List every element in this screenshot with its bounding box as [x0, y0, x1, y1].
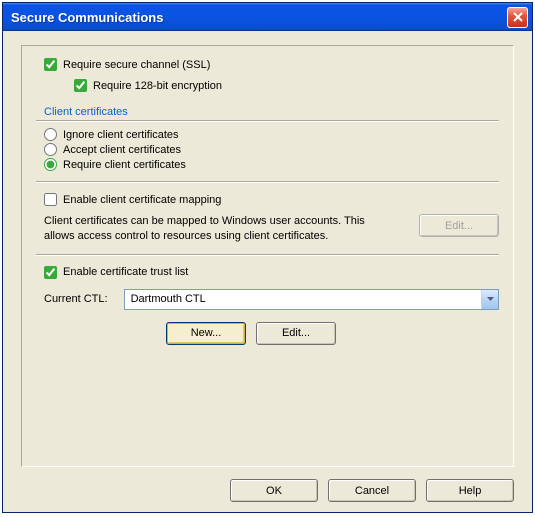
section-divider	[36, 181, 499, 183]
client-certs-group-label: Client certificates	[44, 106, 499, 118]
require-128bit-checkbox[interactable]	[74, 79, 87, 92]
chevron-down-icon	[487, 297, 494, 301]
ctl-edit-button[interactable]: Edit...	[256, 322, 336, 345]
require-certs-label[interactable]: Require client certificates	[63, 159, 186, 171]
section-divider-2	[36, 254, 499, 256]
dialog-content: Require secure channel (SSL) Require 128…	[3, 31, 532, 512]
current-ctl-label: Current CTL:	[44, 293, 108, 305]
require-ssl-label[interactable]: Require secure channel (SSL)	[63, 59, 210, 71]
accept-certs-label[interactable]: Accept client certificates	[63, 144, 181, 156]
current-ctl-value: Dartmouth CTL	[125, 290, 481, 309]
close-button[interactable]	[507, 7, 528, 28]
mapping-edit-button: Edit...	[419, 214, 499, 237]
ok-button[interactable]: OK	[230, 479, 318, 502]
accept-certs-radio[interactable]	[44, 143, 57, 156]
main-panel: Require secure channel (SSL) Require 128…	[21, 45, 514, 467]
ignore-certs-radio[interactable]	[44, 128, 57, 141]
enable-ctl-label[interactable]: Enable certificate trust list	[63, 266, 188, 278]
require-certs-radio[interactable]	[44, 158, 57, 171]
window-title: Secure Communications	[11, 10, 507, 25]
dialog-button-row: OK Cancel Help	[21, 479, 514, 502]
enable-mapping-label[interactable]: Enable client certificate mapping	[63, 194, 221, 206]
require-ssl-row: Require secure channel (SSL)	[44, 58, 499, 71]
current-ctl-row: Current CTL: Dartmouth CTL	[44, 289, 499, 310]
group-divider	[36, 120, 499, 122]
require-128bit-label[interactable]: Require 128-bit encryption	[93, 80, 222, 92]
enable-ctl-checkbox[interactable]	[44, 266, 57, 279]
ctl-new-button[interactable]: New...	[166, 322, 246, 345]
require-ssl-checkbox[interactable]	[44, 58, 57, 71]
dialog-window: Secure Communications Require secure cha…	[2, 2, 533, 513]
help-button[interactable]: Help	[426, 479, 514, 502]
accept-certs-row: Accept client certificates	[44, 143, 499, 156]
ignore-certs-label[interactable]: Ignore client certificates	[63, 129, 179, 141]
dropdown-arrow-button[interactable]	[481, 290, 498, 309]
mapping-description: Client certificates can be mapped to Win…	[44, 214, 384, 244]
ctl-button-row: New... Edit...	[166, 322, 499, 345]
close-icon	[513, 12, 523, 22]
require-128bit-row: Require 128-bit encryption	[74, 79, 499, 92]
current-ctl-dropdown[interactable]: Dartmouth CTL	[124, 289, 499, 310]
enable-mapping-row: Enable client certificate mapping	[44, 193, 499, 206]
enable-mapping-checkbox[interactable]	[44, 193, 57, 206]
ignore-certs-row: Ignore client certificates	[44, 128, 499, 141]
mapping-desc-row: Client certificates can be mapped to Win…	[36, 208, 499, 244]
titlebar[interactable]: Secure Communications	[3, 3, 532, 31]
require-certs-row: Require client certificates	[44, 158, 499, 171]
enable-ctl-row: Enable certificate trust list	[44, 266, 499, 279]
cancel-button[interactable]: Cancel	[328, 479, 416, 502]
